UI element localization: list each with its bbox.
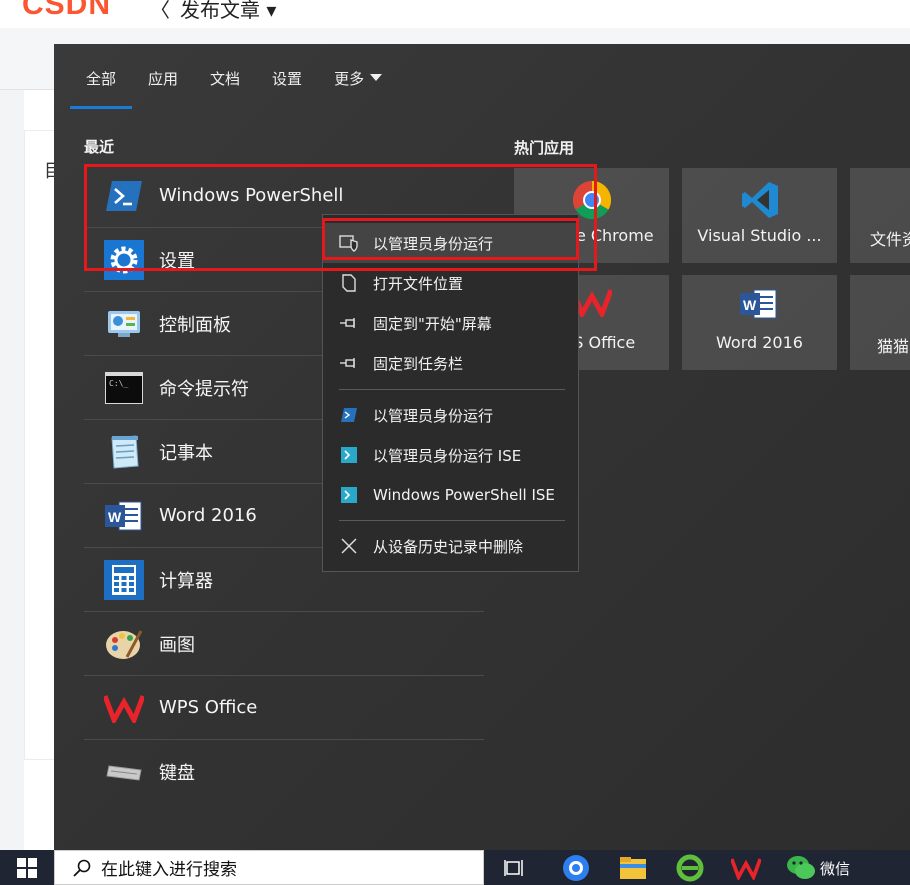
- menu-item-pin-to-start[interactable]: 固定到"开始"屏幕: [323, 303, 578, 343]
- menu-item-label: 以管理员身份运行: [373, 406, 494, 425]
- paint-icon: [104, 624, 144, 664]
- keyboard-icon: [104, 752, 144, 792]
- file-explorer-icon[interactable]: [618, 853, 648, 883]
- list-item-wps-office[interactable]: WPS Office: [84, 676, 484, 740]
- tile-label: Visual Studio ...: [697, 226, 822, 245]
- hot-apps-title: 热门应用: [514, 139, 575, 157]
- wechat-label: 微信: [820, 860, 851, 878]
- csdn-header: CSDN 〈 发布文章 ▾: [0, 0, 910, 28]
- powershell-ise-icon: [339, 485, 359, 505]
- notepad-icon: [104, 432, 144, 472]
- search-placeholder: 在此键入进行搜索: [101, 860, 237, 880]
- menu-divider: [339, 389, 565, 390]
- shield-admin-icon: [339, 233, 359, 253]
- list-item-keyboard[interactable]: 键盘: [84, 740, 484, 804]
- menu-divider: [339, 520, 565, 521]
- menu-item-run-as-admin[interactable]: 以管理员身份运行: [323, 223, 578, 263]
- tile-file-explorer[interactable]: 文件资: [850, 168, 910, 263]
- word-icon: W: [740, 287, 780, 327]
- context-menu: 以管理员身份运行 打开文件位置 固定到"开始"屏幕 固定到任务栏 以管理员身份运…: [322, 214, 579, 572]
- menu-item-label: Windows PowerShell ISE: [373, 486, 555, 504]
- svg-text:W: W: [108, 509, 122, 525]
- taskbar-search-input[interactable]: 在此键入进行搜索: [54, 850, 484, 885]
- tile-label: 文件资: [870, 230, 910, 249]
- menu-item-run-as-admin-powershell[interactable]: 以管理员身份运行: [323, 395, 578, 435]
- page-title[interactable]: 发布文章 ▾: [180, 0, 276, 23]
- back-arrow-icon[interactable]: 〈: [150, 0, 170, 23]
- tile-word[interactable]: W Word 2016: [682, 275, 837, 370]
- wechat-icon[interactable]: [786, 853, 816, 883]
- tile-visual-studio[interactable]: Visual Studio ...: [682, 168, 837, 263]
- list-item-label: Windows PowerShell: [159, 185, 344, 206]
- control-panel-icon: [104, 304, 144, 344]
- menu-item-label: 固定到"开始"屏幕: [373, 314, 492, 333]
- menu-item-label: 打开文件位置: [373, 274, 464, 293]
- list-item-label: 记事本: [159, 442, 213, 464]
- taskbar: 在此键入进行搜索 微信: [0, 850, 910, 885]
- list-item-label: 命令提示符: [159, 378, 249, 400]
- wps-icon[interactable]: [731, 853, 761, 883]
- command-prompt-icon: C:\_: [104, 368, 144, 408]
- tab-more[interactable]: 更多: [318, 44, 398, 109]
- menu-item-label: 固定到任务栏: [373, 354, 464, 373]
- search-icon: [73, 859, 91, 877]
- tab-apps[interactable]: 应用: [132, 44, 194, 109]
- powershell-ise-icon: [339, 445, 359, 465]
- menu-item-label: 从设备历史记录中删除: [373, 537, 524, 556]
- menu-item-run-as-admin-ise[interactable]: 以管理员身份运行 ISE: [323, 435, 578, 475]
- svg-text:C:\_: C:\_: [109, 379, 128, 388]
- list-item-paint[interactable]: 画图: [84, 612, 484, 676]
- file-location-icon: [339, 273, 359, 293]
- tile-label: Word 2016: [716, 333, 803, 352]
- powershell-icon: [339, 405, 359, 425]
- close-icon: [339, 536, 359, 556]
- windows-start-icon[interactable]: [0, 850, 54, 885]
- recent-title: 最近: [84, 138, 115, 156]
- pin-icon: [339, 353, 359, 373]
- vscode-icon: [740, 180, 780, 220]
- menu-item-powershell-ise[interactable]: Windows PowerShell ISE: [323, 475, 578, 515]
- calculator-icon: [104, 559, 144, 600]
- tab-more-label: 更多: [334, 70, 365, 88]
- list-item-label: 控制面板: [159, 314, 231, 336]
- chevron-down-icon: [370, 74, 383, 81]
- menu-item-label: 以管理员身份运行 ISE: [373, 446, 522, 465]
- word-icon: W: [104, 496, 144, 536]
- settings-gear-icon: [104, 239, 144, 280]
- tile-label: 猫猫: [877, 337, 910, 356]
- list-item-label: 键盘: [159, 763, 195, 784]
- menu-item-label: 以管理员身份运行: [373, 234, 494, 253]
- page-margin: [0, 90, 24, 850]
- start-tabs: 全部 应用 文档 设置 更多: [70, 44, 398, 109]
- tab-all[interactable]: 全部: [70, 44, 133, 109]
- browser-icon[interactable]: [561, 853, 591, 883]
- list-item-label: WPS Office: [159, 697, 258, 718]
- list-item-label: 设置: [159, 250, 195, 272]
- list-item-label: Word 2016: [159, 505, 257, 526]
- wps-icon: [104, 688, 144, 728]
- menu-item-pin-to-taskbar[interactable]: 固定到任务栏: [323, 343, 578, 383]
- tile-app[interactable]: 猫猫: [850, 275, 910, 370]
- menu-item-open-file-location[interactable]: 打开文件位置: [323, 263, 578, 303]
- svg-text:W: W: [743, 297, 757, 313]
- csdn-logo[interactable]: CSDN: [22, 0, 111, 22]
- ie-icon[interactable]: [675, 853, 705, 883]
- tab-settings[interactable]: 设置: [256, 44, 318, 109]
- list-item-label: 画图: [159, 634, 195, 656]
- tab-documents[interactable]: 文档: [194, 44, 256, 109]
- powershell-icon: [104, 176, 144, 216]
- task-view-icon[interactable]: [500, 853, 530, 883]
- pin-icon: [339, 313, 359, 333]
- menu-item-remove-from-history[interactable]: 从设备历史记录中删除: [323, 526, 578, 566]
- list-item-label: 计算器: [159, 570, 213, 592]
